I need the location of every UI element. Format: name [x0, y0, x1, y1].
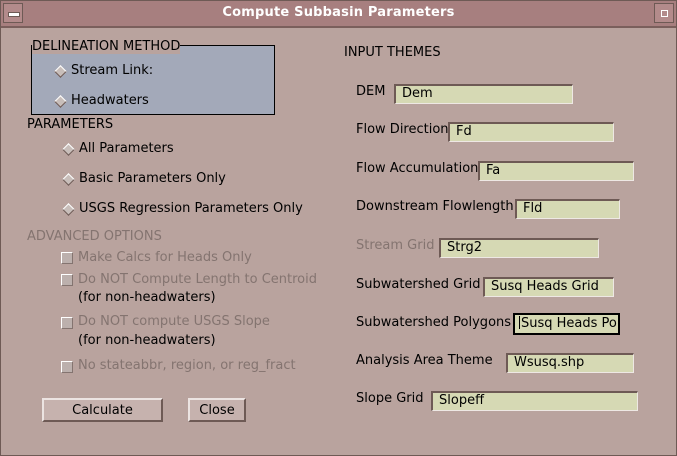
flow-direction-field[interactable]: Fd: [448, 122, 614, 142]
usgs-regression-label[interactable]: USGS Regression Parameters Only: [79, 201, 303, 216]
slope-grid-field[interactable]: Slopeff: [431, 391, 638, 411]
no-stateabbr-label[interactable]: No stateabbr, region, or reg_fract: [78, 358, 296, 373]
dem-label: DEM: [356, 84, 386, 99]
calculate-button[interactable]: Calculate: [42, 398, 163, 422]
delineation-method-heading: DELINEATION METHOD: [32, 39, 181, 54]
subwatershed-grid-label: Subwatershed Grid: [356, 277, 481, 292]
downstream-flowlength-field[interactable]: Fld: [515, 199, 620, 219]
delineation-method-group: [31, 45, 275, 115]
all-parameters-label[interactable]: All Parameters: [79, 141, 174, 156]
no-centroid-checkbox[interactable]: [61, 274, 73, 286]
heads-only-label[interactable]: Make Calcs for Heads Only: [78, 250, 252, 265]
flow-direction-label: Flow Direction: [356, 122, 449, 137]
dem-field[interactable]: Dem: [394, 84, 573, 104]
subwatershed-grid-field[interactable]: Susq Heads Grid: [483, 277, 614, 297]
heads-only-checkbox[interactable]: [61, 252, 73, 264]
subwatershed-polygons-field[interactable]: Susq Heads Po: [513, 313, 620, 335]
no-stateabbr-checkbox[interactable]: [61, 361, 73, 373]
all-parameters-radio[interactable]: [62, 143, 75, 156]
advanced-options-heading: ADVANCED OPTIONS: [27, 229, 162, 244]
title-bar[interactable]: Compute Subbasin Parameters: [1, 1, 676, 28]
maximize-button[interactable]: [654, 3, 674, 23]
downstream-flowlength-label: Downstream Flowlength: [356, 199, 514, 214]
dialog-window: Compute Subbasin Parameters DELINEATION …: [0, 0, 677, 456]
stream-grid-label: Stream Grid: [356, 238, 435, 253]
stream-link-label[interactable]: Stream Link:: [71, 63, 153, 78]
analysis-area-theme-field[interactable]: Wsusq.shp: [506, 353, 634, 373]
no-usgs-slope-sublabel: (for non-headwaters): [78, 333, 216, 348]
basic-parameters-label[interactable]: Basic Parameters Only: [79, 171, 226, 186]
stream-grid-field[interactable]: Strg2: [439, 238, 599, 258]
close-button[interactable]: Close: [188, 398, 246, 422]
no-usgs-slope-checkbox[interactable]: [61, 317, 73, 329]
subwatershed-polygons-label: Subwatershed Polygons: [356, 315, 512, 330]
flow-accumulation-field[interactable]: Fa: [478, 161, 634, 181]
basic-parameters-radio[interactable]: [62, 173, 75, 186]
no-centroid-sublabel: (for non-headwaters): [78, 290, 216, 305]
parameters-heading: PARAMETERS: [27, 117, 114, 132]
no-usgs-slope-label[interactable]: Do NOT compute USGS Slope: [78, 314, 270, 329]
input-themes-heading: INPUT THEMES: [344, 45, 441, 60]
flow-accumulation-label: Flow Accumulation: [356, 161, 479, 176]
no-centroid-label[interactable]: Do NOT Compute Length to Centroid: [78, 272, 317, 287]
usgs-regression-radio[interactable]: [62, 203, 75, 216]
window-title: Compute Subbasin Parameters: [222, 5, 455, 20]
headwaters-label[interactable]: Headwaters: [71, 93, 149, 108]
slope-grid-label: Slope Grid: [356, 391, 424, 406]
analysis-area-theme-label: Analysis Area Theme: [356, 353, 493, 368]
